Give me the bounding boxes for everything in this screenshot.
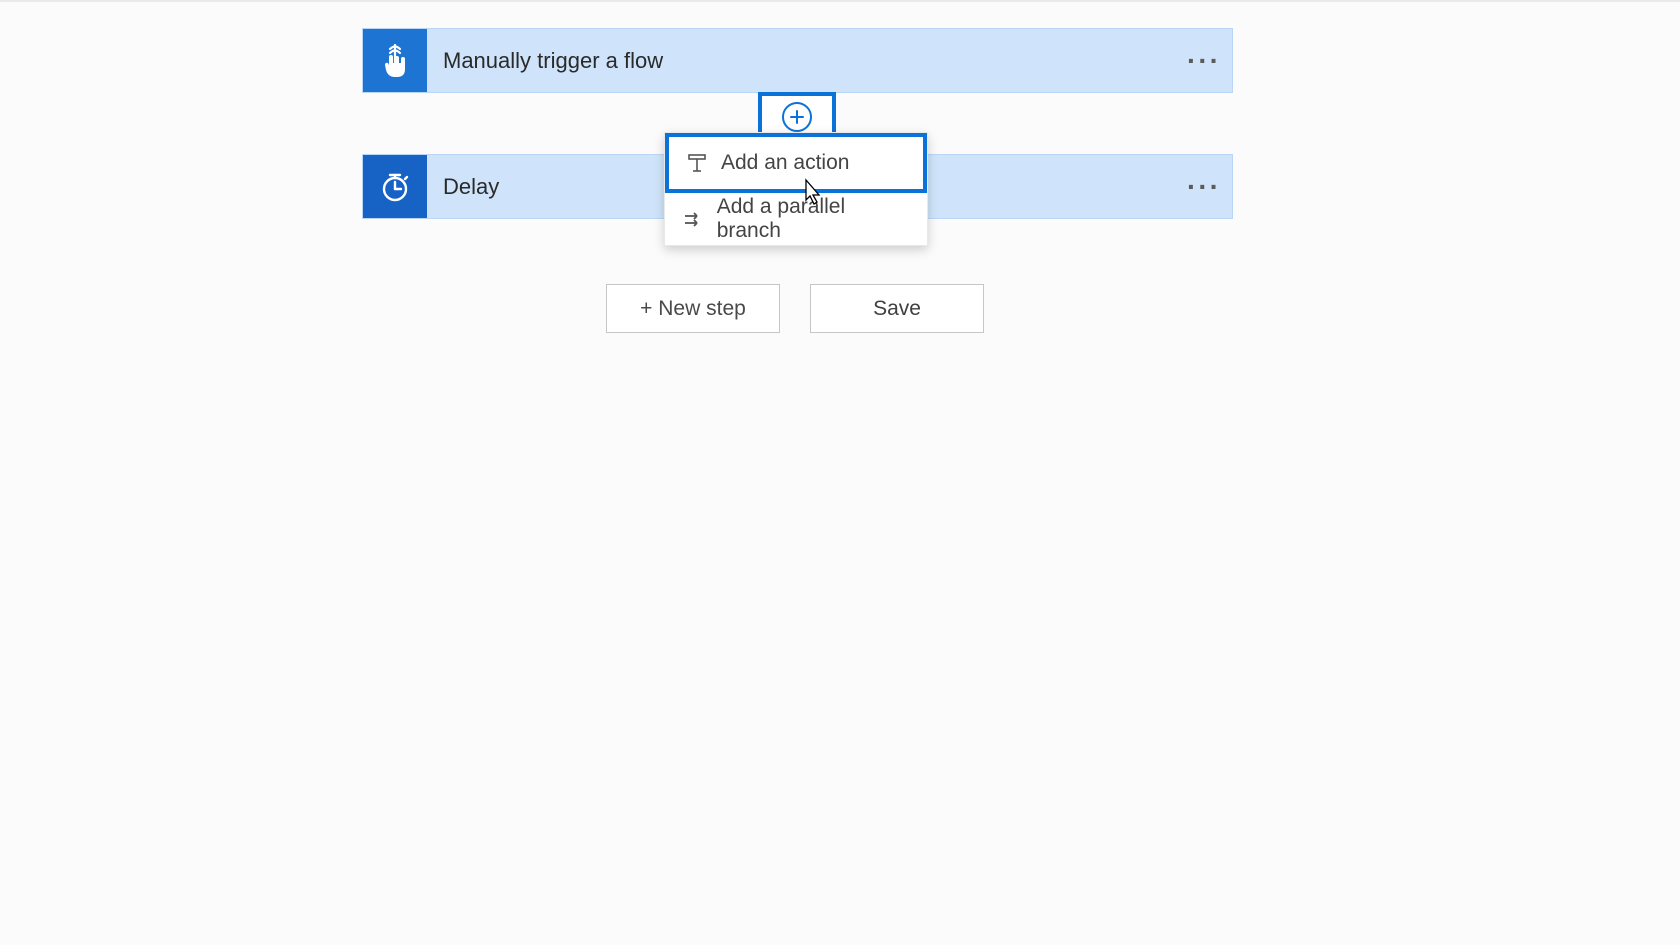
ellipsis-icon: ···	[1187, 173, 1221, 201]
new-step-button[interactable]: + New step	[606, 284, 780, 333]
menu-item-add-action[interactable]: Add an action	[665, 133, 927, 193]
menu-item-add-parallel-label: Add a parallel branch	[717, 195, 913, 243]
flow-designer-canvas: Manually trigger a flow ··· Delay ···	[0, 0, 1680, 945]
step-trigger-title: Manually trigger a flow	[427, 29, 1176, 92]
step-trigger-card[interactable]: Manually trigger a flow ···	[362, 28, 1233, 93]
trigger-icon	[363, 29, 427, 92]
save-label: Save	[873, 297, 921, 321]
insert-menu-dropdown: Add an action Add a parallel branch	[664, 132, 928, 246]
delay-icon	[363, 155, 427, 218]
new-step-label: + New step	[640, 297, 746, 321]
menu-item-add-action-label: Add an action	[721, 151, 849, 175]
plus-icon	[782, 102, 812, 132]
footer-buttons: + New step Save	[606, 284, 984, 333]
step-trigger-menu-button[interactable]: ···	[1176, 29, 1232, 92]
step-delay-menu-button[interactable]: ···	[1176, 155, 1232, 218]
save-button[interactable]: Save	[810, 284, 984, 333]
ellipsis-icon: ···	[1187, 47, 1221, 75]
add-action-icon	[683, 153, 711, 173]
top-divider	[0, 0, 1680, 2]
add-parallel-icon	[679, 209, 707, 229]
menu-item-add-parallel[interactable]: Add a parallel branch	[665, 193, 927, 245]
